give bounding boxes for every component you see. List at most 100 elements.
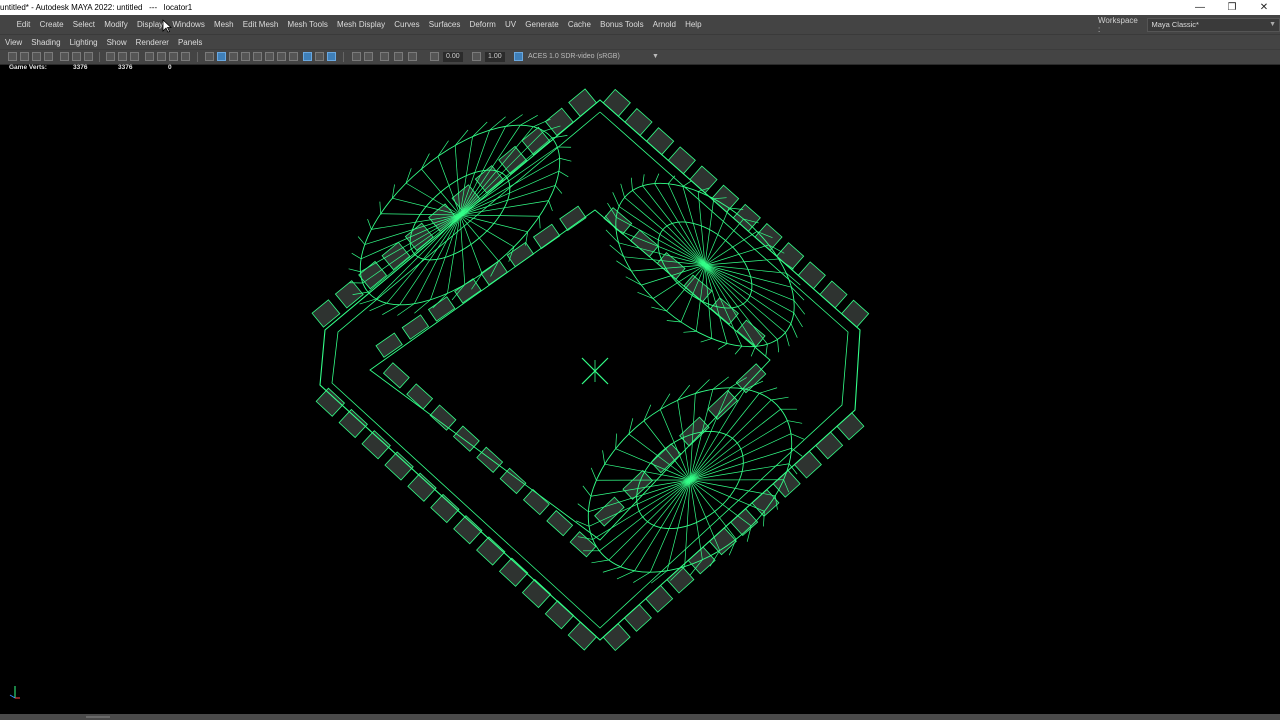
gear-tooth [559,205,587,231]
gear-tooth [602,623,631,652]
panel-menu-lighting[interactable]: Lighting [70,35,104,50]
menu-mesh[interactable]: Mesh [209,15,238,34]
gear-tooth [338,408,368,439]
2d-pan-zoom-icon[interactable] [72,52,81,61]
workspace-dropdown[interactable]: Maya Classic* ▼ [1147,17,1280,32]
exposure-dial-icon[interactable] [430,52,439,61]
gear-tooth [689,165,718,194]
gear-tooth [382,362,410,389]
panel-menu-shading[interactable]: Shading [31,35,66,50]
gate-mask-icon[interactable] [145,52,154,61]
select-icon[interactable] [364,52,373,61]
gear-tooth [521,126,551,156]
select-camera-icon[interactable] [8,52,17,61]
gear-tooth [476,446,504,473]
menu-generate[interactable]: Generate [521,15,564,34]
gear-tooth [624,107,653,137]
film-gate-icon[interactable] [118,52,127,61]
gear-tooth [499,467,527,495]
gear-tooth [776,242,805,271]
menu-cache[interactable]: Cache [563,15,595,34]
close-button[interactable]: ✕ [1248,0,1280,15]
chevron-down-icon: ▼ [1269,20,1276,28]
menu-modify[interactable]: Modify [100,15,133,34]
scroll-indicator[interactable] [86,716,110,718]
menu-deform[interactable]: Deform [465,15,500,34]
gear-tooth [358,260,388,290]
locator-icon[interactable] [581,357,609,385]
gear-tooth [498,557,529,587]
gamma-dial-icon[interactable] [472,52,481,61]
gear-tooth [567,621,598,651]
panel-toolbar: 0.00 1.00 ACES 1.0 SDR-video (sRGB) ▼ [0,49,1280,65]
bookmarks-icon[interactable] [32,52,41,61]
gear-tooth [454,278,482,304]
restore-button[interactable]: ❐ [1216,0,1248,15]
panel-menu-panels[interactable]: Panels [178,35,208,50]
gear-tooth [841,299,870,328]
window-controls: — ❐ ✕ [1184,0,1280,15]
menu-create[interactable]: Create [35,15,68,34]
use-all-lights-icon[interactable] [253,52,262,61]
view-transform-icon[interactable] [408,52,417,61]
safe-action-icon[interactable] [169,52,178,61]
title-bar: untitled* - Autodesk MAYA 2022: untitled… [0,0,1280,15]
camera-attributes-icon[interactable] [20,52,29,61]
motion-blur-icon[interactable] [289,52,298,61]
workspace-label: Workspace : [1098,15,1138,34]
menu-windows[interactable]: Windows [168,15,210,34]
grease-pencil-icon[interactable] [60,52,69,61]
xray-joints-icon[interactable] [327,52,336,61]
menu-bonus-tools[interactable]: Bonus Tools [596,15,649,34]
pencil-icon[interactable] [84,52,93,61]
panel-menu-view[interactable]: View [5,35,28,50]
gear-tooth [427,296,456,322]
isolate-select-icon[interactable] [303,52,312,61]
exposure-icon[interactable] [380,52,389,61]
menu-mesh-tools[interactable]: Mesh Tools [283,15,333,34]
menu-edit-mesh[interactable]: Edit Mesh [238,15,283,34]
gear-tooth [401,314,430,340]
safe-title-icon[interactable] [181,52,190,61]
menu-help[interactable]: Help [680,15,706,34]
grid-icon[interactable] [106,52,115,61]
menu-curves[interactable]: Curves [390,15,425,34]
shadows-icon[interactable] [265,52,274,61]
menu-edit[interactable]: Edit [12,15,35,34]
gear-tooth [815,431,844,460]
field-chart-icon[interactable] [157,52,166,61]
panel-menu-bar: View Shading Lighting Show Renderer Panels [0,34,1280,50]
minimize-button[interactable]: — [1184,0,1216,15]
wireframe-icon[interactable] [205,52,214,61]
gear-mesh[interactable] [311,77,870,652]
image-plane-icon[interactable] [44,52,53,61]
panel-menu-show[interactable]: Show [107,35,133,50]
textured-icon[interactable] [241,52,250,61]
chevron-down-icon[interactable]: ▼ [652,52,659,62]
gamma-icon[interactable] [394,52,403,61]
color-space-dropdown[interactable]: ACES 1.0 SDR-video (sRGB) [528,52,620,62]
ambient-occlusion-icon[interactable] [277,52,286,61]
window-title: untitled* - Autodesk MAYA 2022: untitled… [0,3,193,12]
gear-tooth [602,88,631,117]
color-management-icon[interactable] [514,52,523,61]
gear-tooth [793,450,822,479]
menu-mesh-display[interactable]: Mesh Display [332,15,389,34]
gamma-field[interactable]: 1.00 [485,52,505,62]
resolution-gate-icon[interactable] [130,52,139,61]
xray-active-icon[interactable] [352,52,361,61]
menu-select[interactable]: Select [68,15,99,34]
viewport[interactable] [0,64,1280,714]
smooth-shade-icon[interactable] [217,52,226,61]
wireframe-on-shaded-icon[interactable] [229,52,238,61]
color-space-label: ACES 1.0 SDR-video (sRGB) [528,53,620,60]
panel-menu-renderer[interactable]: Renderer [136,35,175,50]
menu-uv[interactable]: UV [500,15,520,34]
menu-surfaces[interactable]: Surfaces [424,15,465,34]
exposure-field[interactable]: 0.00 [443,52,463,62]
xray-icon[interactable] [315,52,324,61]
menu-arnold[interactable]: Arnold [648,15,680,34]
gear-tooth [819,280,848,309]
gear-tooth [406,383,434,410]
gear-tooth [375,332,403,358]
